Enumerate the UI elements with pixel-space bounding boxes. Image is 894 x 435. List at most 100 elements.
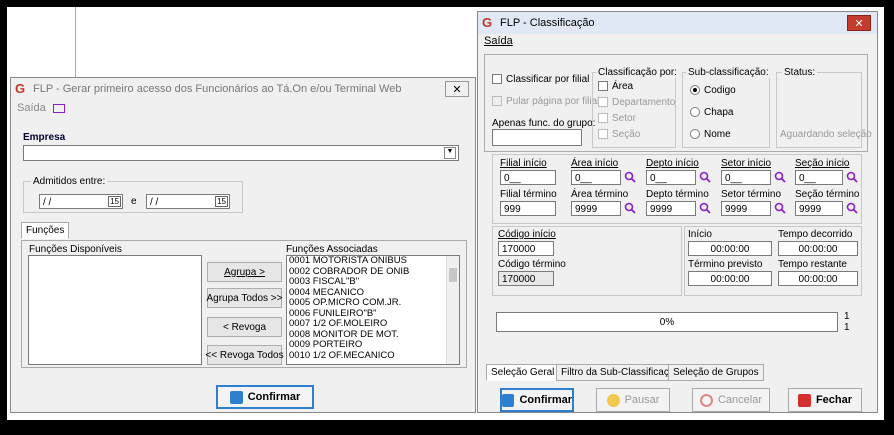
- monitor-icon[interactable]: [52, 103, 65, 113]
- setor-termino-field[interactable]: 9999: [721, 201, 771, 216]
- classificacao-label: Classificação por:: [596, 67, 679, 78]
- depto-termino-field[interactable]: 9999: [646, 201, 696, 216]
- pular-pagina-checkbox[interactable]: Pular página por filial: [492, 96, 599, 107]
- checkbox[interactable]: [598, 113, 608, 124]
- and-label: e: [131, 196, 137, 207]
- area-termino-field[interactable]: 9999: [571, 201, 621, 216]
- left-window-title: FLP - Gerar primeiro acesso dos Funcioná…: [33, 83, 402, 95]
- secao-inicio-label: Seção início: [795, 158, 850, 169]
- pause-icon: [606, 393, 620, 407]
- secao-termino-field[interactable]: 9999: [795, 201, 843, 216]
- search-icon[interactable]: [624, 171, 636, 183]
- tempo-decorrido-value: 00:00:00: [778, 241, 858, 256]
- disponiveis-list[interactable]: [28, 255, 202, 365]
- list-item[interactable]: 0003 FISCAL"B": [287, 276, 445, 288]
- revoga-todos-button[interactable]: << Revoga Todos: [205, 345, 284, 365]
- scroll-thumb[interactable]: [449, 268, 457, 282]
- left-titlebar: G FLP - Gerar primeiro acesso dos Funcio…: [11, 78, 475, 100]
- radio[interactable]: [690, 107, 700, 118]
- apenas-func-field[interactable]: [492, 129, 582, 146]
- date-to-field[interactable]: / / 15: [146, 194, 230, 209]
- menu-saida[interactable]: Saída: [484, 35, 513, 47]
- search-icon[interactable]: [774, 171, 786, 183]
- right-titlebar: G FLP - Classificação ✕: [478, 12, 877, 34]
- calendar-icon[interactable]: 15: [215, 196, 228, 207]
- classificar-filial-checkbox[interactable]: Classificar por filial: [492, 74, 589, 85]
- setor-inicio-label: Setor início: [721, 158, 772, 169]
- termino-previsto-value: 00:00:00: [688, 271, 772, 286]
- tab-selecao-geral[interactable]: Seleção Geral: [486, 364, 560, 381]
- search-icon[interactable]: [846, 171, 858, 183]
- inicio-value: 00:00:00: [688, 241, 772, 256]
- checkbox[interactable]: [598, 97, 608, 108]
- sub-codigo-radio[interactable]: Codigo: [690, 85, 736, 96]
- opt-secao[interactable]: Seção: [598, 129, 640, 140]
- list-item[interactable]: 0010 1/2 OF.MECANICO: [287, 350, 445, 362]
- search-icon[interactable]: [774, 202, 786, 214]
- confirmar-button[interactable]: Confirmar: [500, 388, 574, 412]
- codigo-inicio-label: Código início: [498, 229, 556, 240]
- close-button[interactable]: ✕: [445, 81, 469, 97]
- menu-saida[interactable]: Saída: [17, 102, 46, 114]
- empresa-select[interactable]: ▼: [23, 145, 459, 161]
- save-icon: [229, 390, 243, 404]
- area-termino-label: Área término: [571, 189, 629, 200]
- tab-selecao-grupos[interactable]: Seleção de Grupos: [668, 364, 764, 381]
- tab-funcoes[interactable]: Funções: [21, 222, 70, 239]
- search-icon[interactable]: [699, 171, 711, 183]
- depto-inicio-label: Depto início: [646, 158, 699, 169]
- search-icon[interactable]: [624, 202, 636, 214]
- codigo-termino-label: Código término: [498, 259, 566, 270]
- fechar-button[interactable]: Fechar: [788, 388, 862, 412]
- app-logo-icon: G: [482, 15, 493, 30]
- search-icon[interactable]: [846, 202, 858, 214]
- list-item[interactable]: 0001 MOTORISTA ONIBUS: [287, 256, 445, 267]
- list-item[interactable]: 0007 1/2 OF.MOLEIRO: [287, 318, 445, 330]
- date-from-field[interactable]: / / 15: [39, 194, 123, 209]
- opt-area[interactable]: Área: [598, 81, 633, 92]
- secao-inicio-field[interactable]: 0__: [795, 170, 843, 185]
- setor-inicio-field[interactable]: 0__: [721, 170, 771, 185]
- sub-chapa-radio[interactable]: Chapa: [690, 107, 733, 118]
- background-line: [75, 7, 76, 77]
- close-button[interactable]: ✕: [847, 15, 871, 31]
- filial-inicio-field[interactable]: 0__: [500, 170, 556, 185]
- filial-termino-field[interactable]: 999: [500, 201, 556, 216]
- status-label: Status:: [782, 67, 818, 78]
- lock-icon: [797, 393, 811, 407]
- confirmar-button[interactable]: Confirmar: [216, 385, 314, 409]
- checkbox[interactable]: [492, 74, 502, 85]
- checkbox[interactable]: [598, 81, 608, 92]
- disponiveis-label: Funções Disponíveis: [29, 244, 122, 255]
- codigo-termino-field[interactable]: 170000: [498, 271, 554, 286]
- search-icon[interactable]: [699, 202, 711, 214]
- checkbox[interactable]: [598, 129, 608, 140]
- empresa-label: Empresa: [23, 132, 66, 143]
- opt-departamento[interactable]: Departamento: [598, 97, 675, 108]
- opt-setor[interactable]: Setor: [598, 113, 636, 124]
- revoga-button[interactable]: < Revoga: [207, 317, 282, 337]
- filial-termino-label: Filial término: [500, 189, 557, 200]
- radio[interactable]: [690, 129, 700, 140]
- depto-inicio-field[interactable]: 0__: [646, 170, 696, 185]
- checkbox[interactable]: [492, 96, 502, 107]
- codigo-inicio-field[interactable]: 170000: [498, 241, 554, 256]
- calendar-icon[interactable]: 15: [108, 196, 121, 207]
- agrupa-button[interactable]: Agrupa >: [207, 262, 282, 282]
- tab-filtro-sub[interactable]: Filtro da Sub-Classificação: [556, 364, 685, 381]
- list-item[interactable]: 0005 OP.MICRO COM.JR.: [287, 297, 445, 309]
- list-scrollbar[interactable]: [446, 256, 459, 364]
- depto-termino-label: Depto término: [646, 189, 709, 200]
- cancelar-button[interactable]: Cancelar: [692, 388, 770, 412]
- list-item[interactable]: 0009 PORTEIRO: [287, 339, 445, 351]
- agrupa-todos-button[interactable]: Agrupa Todos >>: [207, 288, 283, 308]
- admitidos-label: Admitidos entre:: [31, 176, 108, 187]
- radio[interactable]: [690, 85, 700, 96]
- pausar-button[interactable]: Pausar: [596, 388, 670, 412]
- sub-nome-radio[interactable]: Nome: [690, 129, 731, 140]
- cancel-icon: [699, 393, 713, 407]
- screen-frame: G FLP - Gerar primeiro acesso dos Funcio…: [7, 7, 884, 420]
- associadas-list[interactable]: 0001 MOTORISTA ONIBUS 0002 COBRADOR DE O…: [286, 255, 460, 365]
- area-inicio-field[interactable]: 0__: [571, 170, 621, 185]
- progress-bar: 0%: [496, 312, 838, 332]
